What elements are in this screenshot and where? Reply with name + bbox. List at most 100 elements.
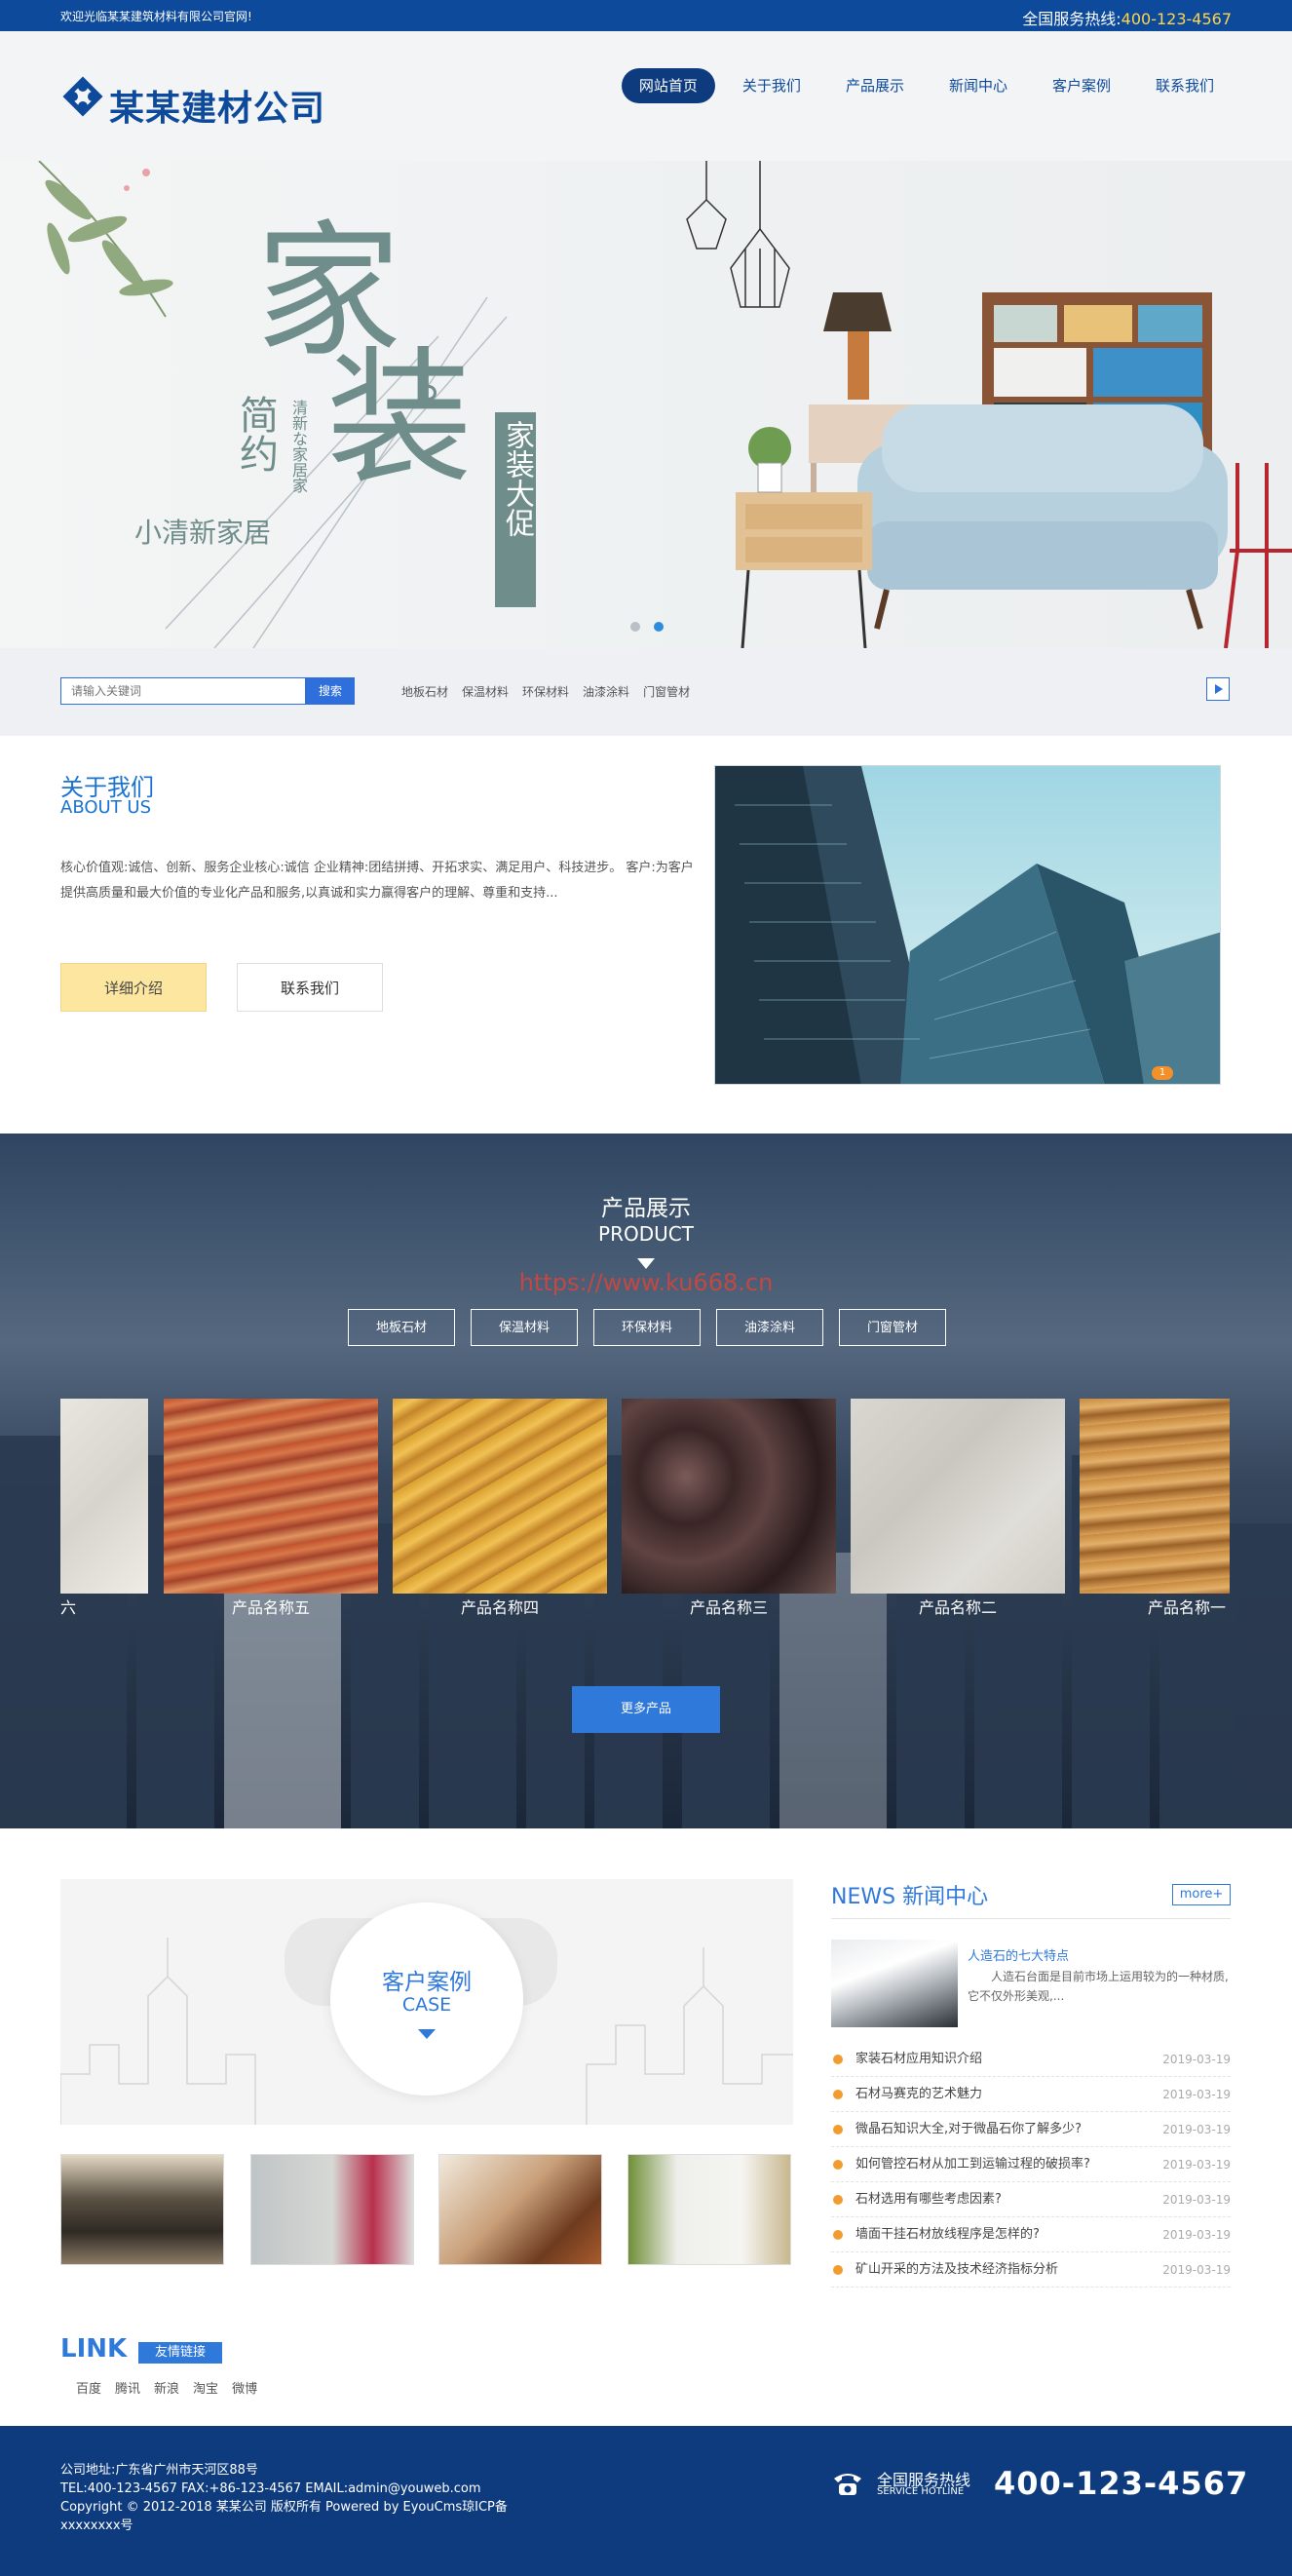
news-item-title[interactable]: 石材马赛克的艺术魅力 bbox=[855, 2077, 982, 2112]
list-item[interactable]: 墙面干挂石材放线程序是怎样的? 2019-03-19 bbox=[831, 2217, 1231, 2252]
welcome-text: 欢迎光临某某建筑材料有限公司官网! bbox=[60, 10, 252, 23]
about-building-image: 1 bbox=[714, 765, 1221, 1085]
product-name[interactable]: 产品名称一 bbox=[1148, 1595, 1226, 1618]
case-circle: 客户案例 CASE bbox=[330, 1903, 523, 2095]
product-name[interactable]: 产品名称四 bbox=[461, 1595, 539, 1618]
product-category-tab[interactable]: 油漆涂料 bbox=[716, 1309, 823, 1346]
product-category-tab[interactable]: 门窗管材 bbox=[839, 1309, 946, 1346]
friend-links: 百度 腾讯 新浪 淘宝 微博 bbox=[76, 2378, 257, 2397]
footer-copyright: Copyright © 2012-2018 某某公司 版权所有 Powered … bbox=[60, 2500, 508, 2515]
list-item[interactable]: 石材马赛克的艺术魅力 2019-03-19 bbox=[831, 2077, 1231, 2112]
nav-about[interactable]: 关于我们 bbox=[725, 68, 818, 103]
product-card-image[interactable] bbox=[164, 1399, 378, 1594]
nav-contact[interactable]: 联系我们 bbox=[1138, 68, 1232, 103]
banner-dot-active[interactable] bbox=[654, 622, 664, 632]
banner-illustration bbox=[38, 161, 1292, 648]
case-photo[interactable] bbox=[250, 2154, 414, 2265]
list-item[interactable]: 石材选用有哪些考虑因素? 2019-03-19 bbox=[831, 2182, 1231, 2217]
nav-home[interactable]: 网站首页 bbox=[621, 68, 715, 103]
news-featured-text: 人造石台面是目前市场上运用较为的一种材质,它不仅外形美观,... bbox=[968, 1970, 1229, 2003]
footer-address: 公司地址:广东省广州市天河区88号 bbox=[60, 2463, 258, 2478]
product-name[interactable]: 产品名称二 bbox=[919, 1595, 997, 1618]
about-subtitle: ABOUT US bbox=[60, 797, 152, 818]
friend-link[interactable]: 百度 bbox=[76, 2378, 101, 2397]
news-item-title[interactable]: 石材选用有哪些考虑因素? bbox=[855, 2182, 1002, 2217]
top-bar: 欢迎光临某某建筑材料有限公司官网! 全国服务热线:400-123-4567 bbox=[0, 0, 1292, 31]
case-banner[interactable]: 客户案例 CASE bbox=[60, 1879, 793, 2125]
site-footer: 公司地址:广东省广州市天河区88号 TEL:400-123-4567 FAX:+… bbox=[0, 2426, 1292, 2576]
product-category-tab[interactable]: 保温材料 bbox=[471, 1309, 578, 1346]
hotkey-link[interactable]: 保温材料 bbox=[462, 683, 509, 700]
product-card-image[interactable] bbox=[60, 1399, 148, 1594]
product-card-image[interactable] bbox=[1080, 1399, 1230, 1594]
product-category-tab[interactable]: 地板石材 bbox=[348, 1309, 455, 1346]
search-input[interactable] bbox=[60, 677, 306, 705]
bullet-icon bbox=[833, 2090, 843, 2099]
play-icon[interactable] bbox=[1206, 677, 1230, 701]
about-detail-button[interactable]: 详细介绍 bbox=[60, 963, 207, 1012]
hot-keywords: 地板石材 保温材料 环保材料 油漆涂料 门窗管材 bbox=[401, 683, 690, 700]
friend-link[interactable]: 新浪 bbox=[154, 2378, 179, 2397]
product-name[interactable]: 六 bbox=[60, 1595, 76, 1618]
list-item[interactable]: 家装石材应用知识介绍 2019-03-19 bbox=[831, 2042, 1231, 2077]
product-title: 产品展示 bbox=[601, 1196, 691, 1221]
phone-icon bbox=[834, 2474, 861, 2495]
bullet-icon bbox=[833, 2195, 843, 2205]
logo-icon bbox=[62, 76, 103, 117]
leaf-branch bbox=[38, 161, 173, 318]
link-tag: 友情链接 bbox=[138, 2342, 222, 2364]
about-text: 核心价值观:诚信、创新、服务企业核心:诚信 企业精神:团结拼搏、开拓求实、满足用… bbox=[60, 861, 694, 901]
list-item[interactable]: 如何管控石材从加工到运输过程的破损率? 2019-03-19 bbox=[831, 2147, 1231, 2182]
list-item[interactable]: 微晶石知识大全,对于微晶石你了解多少? 2019-03-19 bbox=[831, 2112, 1231, 2147]
product-name[interactable]: 产品名称五 bbox=[232, 1595, 310, 1618]
bullet-icon bbox=[833, 2265, 843, 2275]
news-more-link[interactable]: more+ bbox=[1172, 1884, 1231, 1905]
hotkey-link[interactable]: 油漆涂料 bbox=[583, 683, 629, 700]
bullet-icon bbox=[833, 2230, 843, 2240]
product-category-tab[interactable]: 环保材料 bbox=[593, 1309, 701, 1346]
news-item-date: 2019-03-19 bbox=[1162, 2053, 1231, 2066]
search-button[interactable]: 搜索 bbox=[306, 677, 355, 705]
news-list: 家装石材应用知识介绍 2019-03-19 石材马赛克的艺术魅力 2019-03-1… bbox=[831, 2042, 1231, 2288]
nav-news[interactable]: 新闻中心 bbox=[931, 68, 1025, 103]
friend-link[interactable]: 淘宝 bbox=[193, 2378, 218, 2397]
more-products-button[interactable]: 更多产品 bbox=[572, 1686, 720, 1733]
bullet-icon bbox=[833, 2055, 843, 2064]
friend-link[interactable]: 微博 bbox=[232, 2378, 257, 2397]
case-photo[interactable] bbox=[627, 2154, 791, 2265]
case-subtitle: CASE bbox=[401, 1994, 452, 2016]
hero-banner[interactable]: 家 装 简约 清新な家居家 小清新家居 家装大促 bbox=[0, 161, 1292, 648]
banner-circle-mark bbox=[421, 385, 437, 401]
news-title: NEWS 新闻中心 bbox=[831, 1885, 989, 1909]
product-name[interactable]: 产品名称三 bbox=[690, 1595, 768, 1618]
news-item-title[interactable]: 矿山开采的方法及技术经济指标分析 bbox=[855, 2252, 1058, 2288]
list-item[interactable]: 矿山开采的方法及技术经济指标分析 2019-03-19 bbox=[831, 2252, 1231, 2288]
news-featured-image[interactable] bbox=[831, 1940, 958, 2027]
news-featured-title[interactable]: 人造石的七大特点 bbox=[968, 1945, 1069, 1964]
news-item-date: 2019-03-19 bbox=[1162, 2193, 1231, 2207]
watermark-text: https://www.ku668.cn bbox=[518, 1269, 774, 1296]
hotkey-link[interactable]: 门窗管材 bbox=[643, 683, 690, 700]
case-photo[interactable] bbox=[438, 2154, 602, 2265]
banner-dot[interactable] bbox=[630, 622, 640, 632]
product-card-image[interactable] bbox=[393, 1399, 607, 1594]
chevron-down-icon bbox=[418, 2029, 436, 2039]
hotkey-link[interactable]: 地板石材 bbox=[401, 683, 448, 700]
news-item-date: 2019-03-19 bbox=[1162, 2228, 1231, 2242]
about-contact-button[interactable]: 联系我们 bbox=[237, 963, 383, 1012]
case-photo[interactable] bbox=[60, 2154, 224, 2265]
friend-link[interactable]: 腾讯 bbox=[115, 2378, 140, 2397]
product-card-image[interactable] bbox=[851, 1399, 1065, 1594]
news-item-title[interactable]: 如何管控石材从加工到运输过程的破损率? bbox=[855, 2147, 1090, 2182]
link-title: LINK bbox=[60, 2334, 128, 2364]
news-item-title[interactable]: 墙面干挂石材放线程序是怎样的? bbox=[855, 2217, 1040, 2252]
footer-hotline-en: SERVICE HOTLINE bbox=[877, 2486, 965, 2497]
footer-contact: TEL:400-123-4567 FAX:+86-123-4567 EMAIL:… bbox=[60, 2481, 481, 2496]
banner-tagline: 小清新家居 bbox=[134, 517, 272, 549]
nav-products[interactable]: 产品展示 bbox=[828, 68, 922, 103]
product-card-image[interactable] bbox=[622, 1399, 836, 1594]
news-item-title[interactable]: 家装石材应用知识介绍 bbox=[855, 2042, 982, 2077]
nav-cases[interactable]: 客户案例 bbox=[1035, 68, 1128, 103]
hotkey-link[interactable]: 环保材料 bbox=[522, 683, 569, 700]
news-item-title[interactable]: 微晶石知识大全,对于微晶石你了解多少? bbox=[855, 2112, 1082, 2147]
